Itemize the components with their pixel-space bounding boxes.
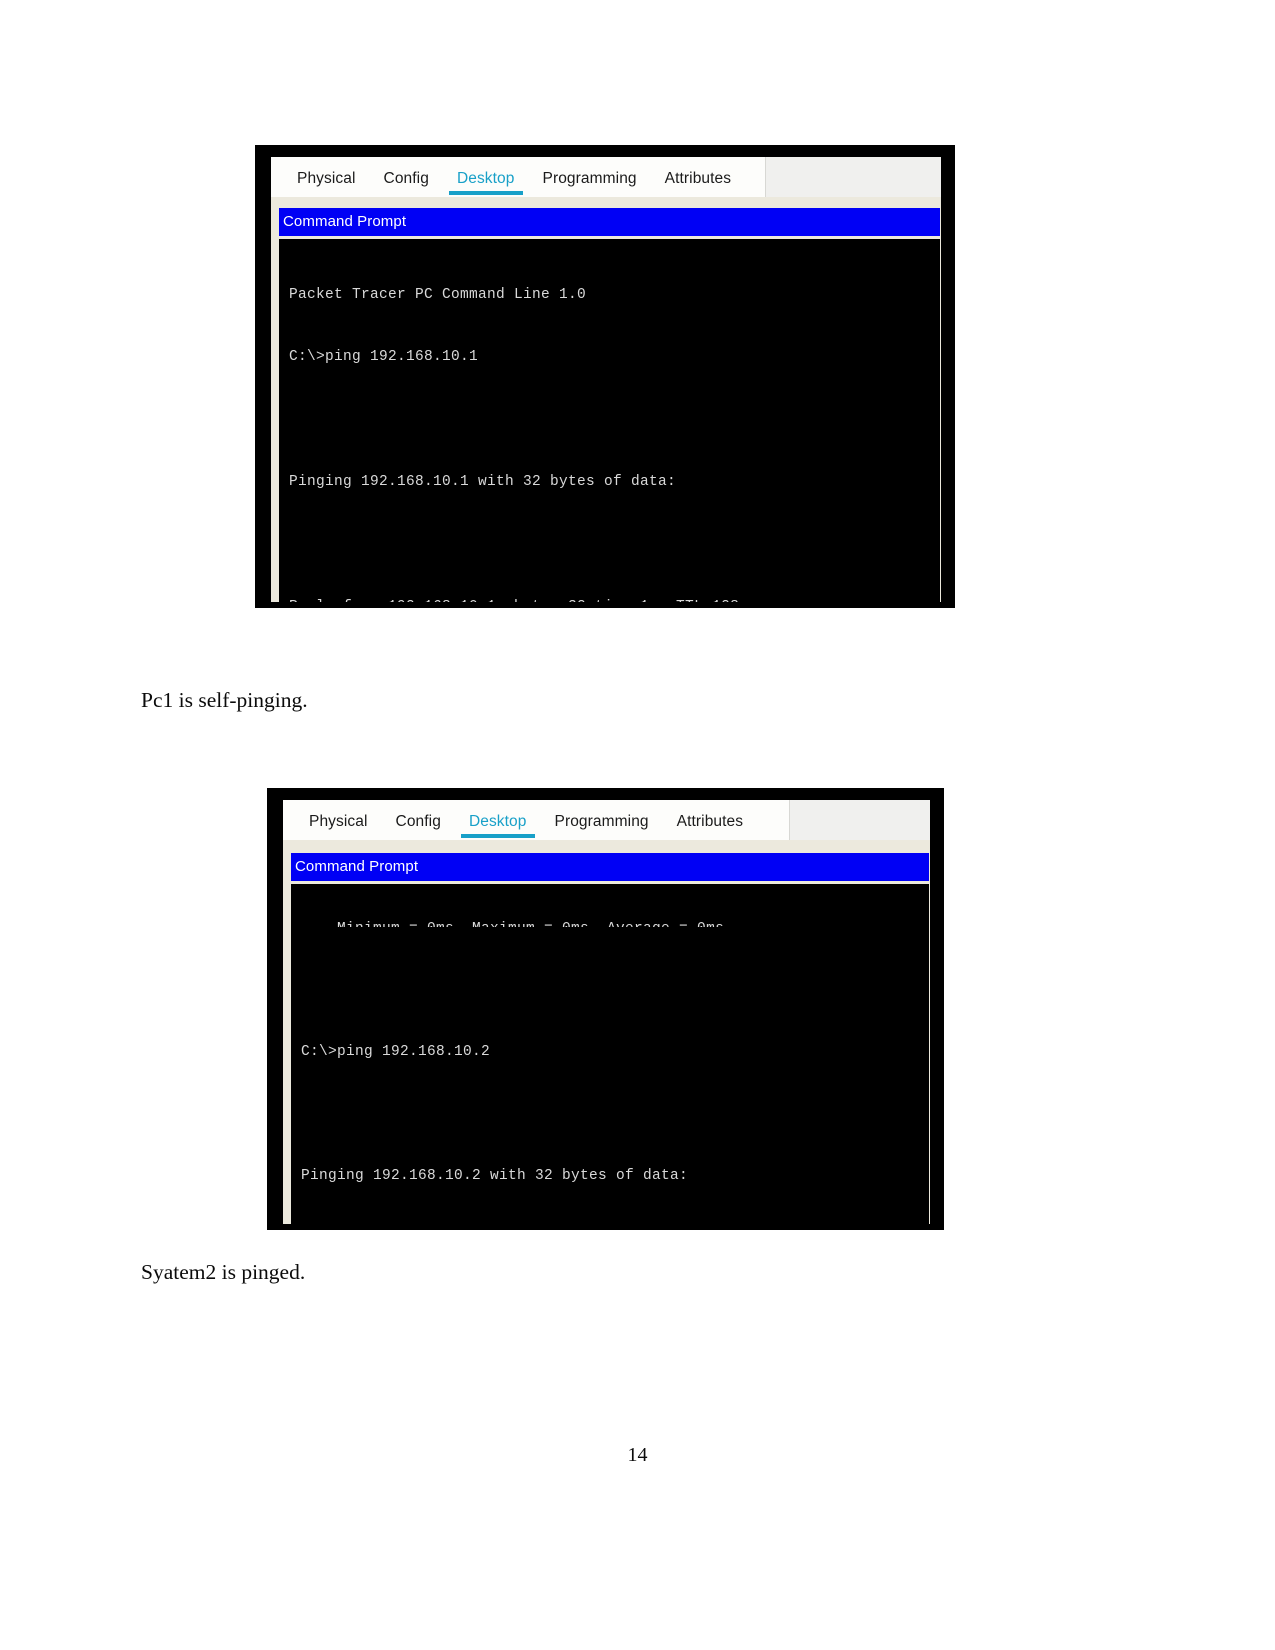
caption-first: Pc1 is self-pinging.: [141, 688, 308, 712]
tab-physical[interactable]: Physical: [295, 807, 382, 840]
terminal-output[interactable]: Minimum = 0ms, Maximum = 0ms, Average = …: [291, 884, 929, 1224]
tab-panel-spacer: [271, 197, 941, 208]
tab-config[interactable]: Config: [382, 807, 455, 840]
tab-programming[interactable]: Programming: [529, 164, 651, 197]
tab-desktop[interactable]: Desktop: [443, 164, 529, 197]
terminal-line-clipped: Minimum = 0ms, Maximum = 0ms, Average = …: [301, 919, 929, 927]
terminal-line: Reply from 192.168.10.1: bytes=32 time=1…: [289, 597, 940, 602]
page-number: 14: [627, 1444, 648, 1466]
command-prompt-titlebar-wrap: Command Prompt: [283, 853, 930, 881]
command-prompt-title: Command Prompt: [291, 853, 929, 881]
tab-panel-spacer: [283, 840, 930, 853]
command-prompt-title: Command Prompt: [279, 208, 940, 236]
device-tab-bar: Physical Config Desktop Programming Attr…: [283, 800, 930, 840]
terminal-line: C:\>ping 192.168.10.2: [301, 1043, 491, 1060]
packet-tracer-window: Physical Config Desktop Programming Attr…: [283, 800, 930, 1224]
terminal-output[interactable]: Packet Tracer PC Command Line 1.0 C:\>pi…: [279, 239, 940, 602]
tab-desktop[interactable]: Desktop: [455, 807, 541, 840]
packet-tracer-window: Physical Config Desktop Programming Attr…: [271, 157, 941, 602]
document-page: Physical Config Desktop Programming Attr…: [0, 0, 1275, 1650]
figure-ping-system2: Physical Config Desktop Programming Attr…: [267, 788, 944, 1230]
tab-config[interactable]: Config: [370, 164, 443, 197]
device-tab-bar: Physical Config Desktop Programming Attr…: [271, 157, 941, 197]
command-prompt-titlebar-wrap: Command Prompt: [271, 208, 941, 236]
tab-attributes[interactable]: Attributes: [651, 164, 745, 197]
tab-attributes[interactable]: Attributes: [663, 807, 757, 840]
tab-programming[interactable]: Programming: [541, 807, 663, 840]
figure-pc1-self-ping: Physical Config Desktop Programming Attr…: [255, 145, 955, 608]
caption-second: Syatem2 is pinged.: [141, 1260, 306, 1284]
terminal-container: Minimum = 0ms, Maximum = 0ms, Average = …: [283, 881, 930, 1224]
tab-physical[interactable]: Physical: [283, 164, 370, 197]
terminal-line: Pinging 192.168.10.2 with 32 bytes of da…: [301, 1168, 689, 1185]
terminal-container: Packet Tracer PC Command Line 1.0 C:\>pi…: [271, 236, 941, 602]
terminal-line: C:\>ping 192.168.10.1: [289, 348, 479, 365]
terminal-line: Packet Tracer PC Command Line 1.0: [289, 286, 587, 303]
terminal-line: Pinging 192.168.10.1 with 32 bytes of da…: [289, 473, 677, 490]
